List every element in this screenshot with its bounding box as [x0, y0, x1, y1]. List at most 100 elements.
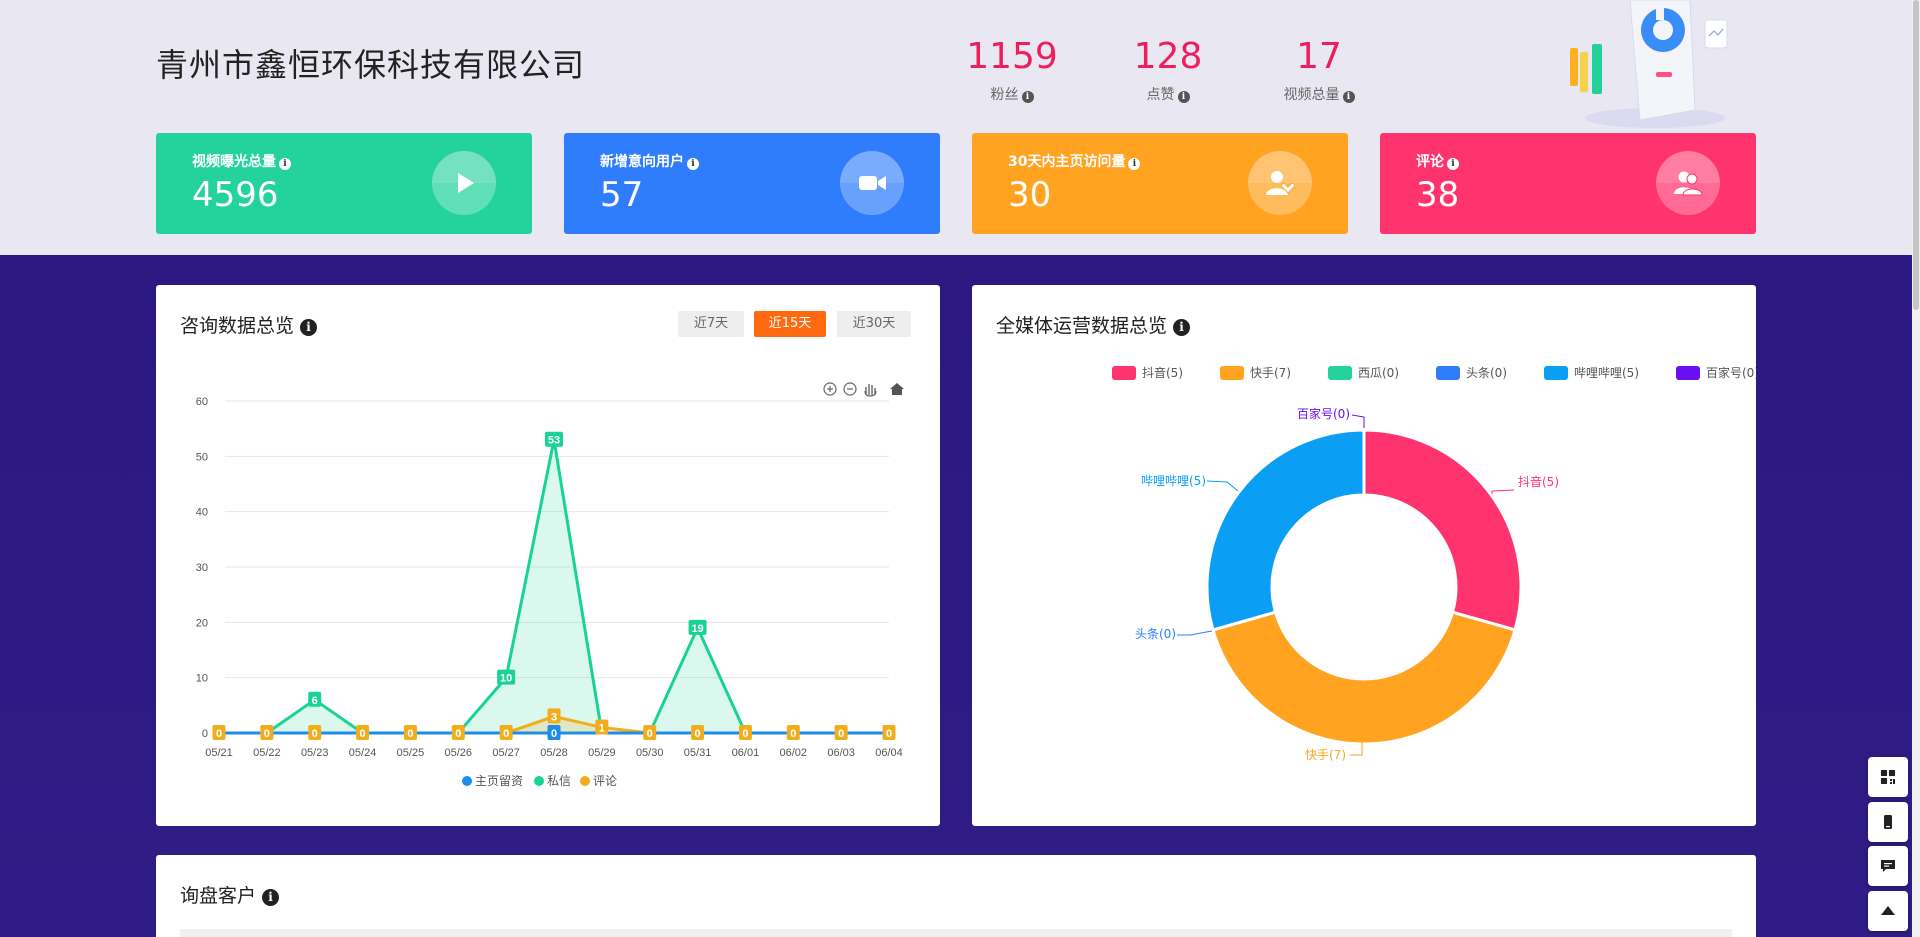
slice-leader-line	[1351, 414, 1365, 428]
video-camera-icon	[859, 176, 886, 190]
qr-code-button[interactable]	[1868, 757, 1908, 797]
info-icon[interactable]: i	[687, 158, 699, 170]
data-label: 0	[308, 725, 322, 740]
reset-home-icon[interactable]	[890, 383, 904, 395]
data-label-text: 1	[599, 722, 605, 734]
chart-toolbox	[823, 382, 904, 397]
data-label-text: 0	[407, 728, 413, 740]
x-tick-label: 06/03	[827, 747, 855, 759]
legend-label: 头条(0)	[1466, 366, 1507, 380]
chat-button[interactable]	[1868, 846, 1908, 886]
scrollbar-thumb[interactable]	[1913, 0, 1919, 310]
back-to-top-button[interactable]	[1868, 891, 1908, 931]
data-label-text: 0	[216, 728, 222, 740]
donut-slice	[1362, 428, 1523, 632]
info-icon[interactable]: i	[1128, 158, 1141, 170]
x-tick-label: 05/27	[492, 747, 520, 759]
legend-label: 百家号(0)	[1706, 365, 1756, 380]
donut-slice	[1205, 428, 1366, 632]
x-tick-label: 06/04	[875, 747, 903, 759]
data-label: 0	[212, 725, 226, 740]
consult-panel: 咨询数据总览 i 近7天 近15天 近30天 0 10 20 30 40 50 60 05/21…	[156, 285, 940, 826]
data-label-text: 0	[455, 728, 461, 740]
zoom-in-icon[interactable]	[823, 382, 837, 396]
data-label: 0	[499, 725, 513, 740]
data-label: 53	[545, 431, 563, 447]
data-label: 0	[451, 725, 465, 740]
slice-label: 哔哩哔哩(5)	[1141, 474, 1206, 488]
card-video-exposure[interactable]: 视频曝光总量 i 4596	[156, 133, 532, 234]
stat-likes-label: 点赞	[1146, 87, 1175, 103]
card-new-leads[interactable]: 新增意向用户 i 57	[564, 133, 940, 234]
series-area-dm	[219, 439, 889, 733]
mobile-button[interactable]	[1868, 802, 1908, 842]
info-icon[interactable]: i	[1342, 91, 1355, 103]
data-label: 0	[356, 725, 370, 740]
y-tick-label: 20	[196, 617, 208, 629]
data-label: 0	[834, 725, 848, 740]
company-name: 青州市鑫恒环保科技有限公司	[156, 46, 586, 84]
card-title: 30天内主页访问量	[1008, 154, 1126, 170]
y-tick-label: 60	[196, 396, 208, 408]
data-label: 19	[688, 619, 707, 635]
zoom-out-icon[interactable]	[843, 382, 857, 396]
card-title: 新增意向用户	[600, 154, 684, 170]
play-icon	[458, 173, 474, 193]
panel-title: 询盘客户	[180, 885, 257, 907]
dashboard-illustration-icon	[1570, 0, 1728, 128]
card-value: 57	[600, 175, 644, 215]
data-label: 0	[786, 725, 800, 740]
x-tick-label: 06/02	[780, 747, 808, 759]
card-homepage-visits[interactable]: 30天内主页访问量 i 30	[972, 133, 1348, 234]
data-label-text: 0	[838, 728, 844, 740]
slice-label: 抖音(5)	[1518, 474, 1559, 489]
legend-marker	[1676, 366, 1700, 380]
user-heart-icon	[1266, 171, 1296, 195]
data-label-text: 19	[691, 623, 703, 635]
media-panel: 全媒体运营数据总览 i 抖音(5) 快手(7) 西瓜(0) 头条(0) 哔哩哔哩(5) 百家…	[972, 285, 1756, 826]
slice-leader-line	[1491, 489, 1515, 494]
y-tick-label: 40	[196, 507, 208, 519]
legend-marker	[1328, 366, 1352, 380]
pan-hand-icon[interactable]	[864, 384, 877, 397]
info-icon[interactable]: i	[279, 158, 291, 170]
data-label: 6	[308, 691, 322, 707]
stat-videos: 17 视频总量 i	[1259, 36, 1379, 104]
slice-leader-line	[1177, 630, 1213, 636]
card-comments[interactable]: 评论 i 38	[1380, 133, 1756, 234]
x-tick-label: 05/21	[205, 747, 233, 759]
info-icon[interactable]: i	[262, 889, 280, 906]
data-label: 0	[643, 725, 657, 740]
data-label: 10	[497, 669, 516, 685]
data-label-text: 0	[360, 728, 366, 740]
legend-label: 西瓜(0)	[1358, 366, 1399, 380]
data-label-text: 0	[312, 728, 318, 740]
stat-videos-label: 视频总量	[1283, 87, 1340, 103]
legend-label: 主页留资	[475, 774, 523, 788]
legend-marker	[1544, 366, 1568, 380]
legend-label: 私信	[547, 774, 571, 788]
info-icon[interactable]: i	[1447, 158, 1459, 170]
legend-marker	[580, 776, 590, 786]
slice-leader-line	[1206, 480, 1239, 492]
x-tick-label: 05/29	[588, 747, 616, 759]
info-icon[interactable]: i	[1021, 91, 1034, 103]
data-label: 0	[738, 725, 752, 740]
data-label: 0	[882, 725, 896, 740]
x-tick-label: 05/31	[684, 747, 712, 759]
data-label: 0	[403, 725, 417, 740]
slice-label: 百家号(0)	[1297, 406, 1350, 421]
info-icon[interactable]: i	[1177, 91, 1190, 103]
legend-marker	[1436, 366, 1460, 380]
legend-marker	[462, 776, 472, 786]
data-label: 0	[547, 725, 561, 740]
slice-label: 快手(7)	[1305, 748, 1346, 762]
card-title: 评论	[1416, 154, 1444, 170]
x-tick-label: 05/30	[636, 747, 664, 759]
card-title: 视频曝光总量	[192, 154, 276, 170]
media-donut-chart: 抖音(5) 快手(7) 西瓜(0) 头条(0) 哔哩哔哩(5) 百家号(0) 抖音(5) 快手…	[1112, 365, 1756, 762]
y-tick-label: 50	[196, 451, 208, 463]
data-label-text: 0	[503, 728, 509, 740]
data-label-text: 0	[790, 728, 796, 740]
legend-marker	[1112, 366, 1136, 380]
